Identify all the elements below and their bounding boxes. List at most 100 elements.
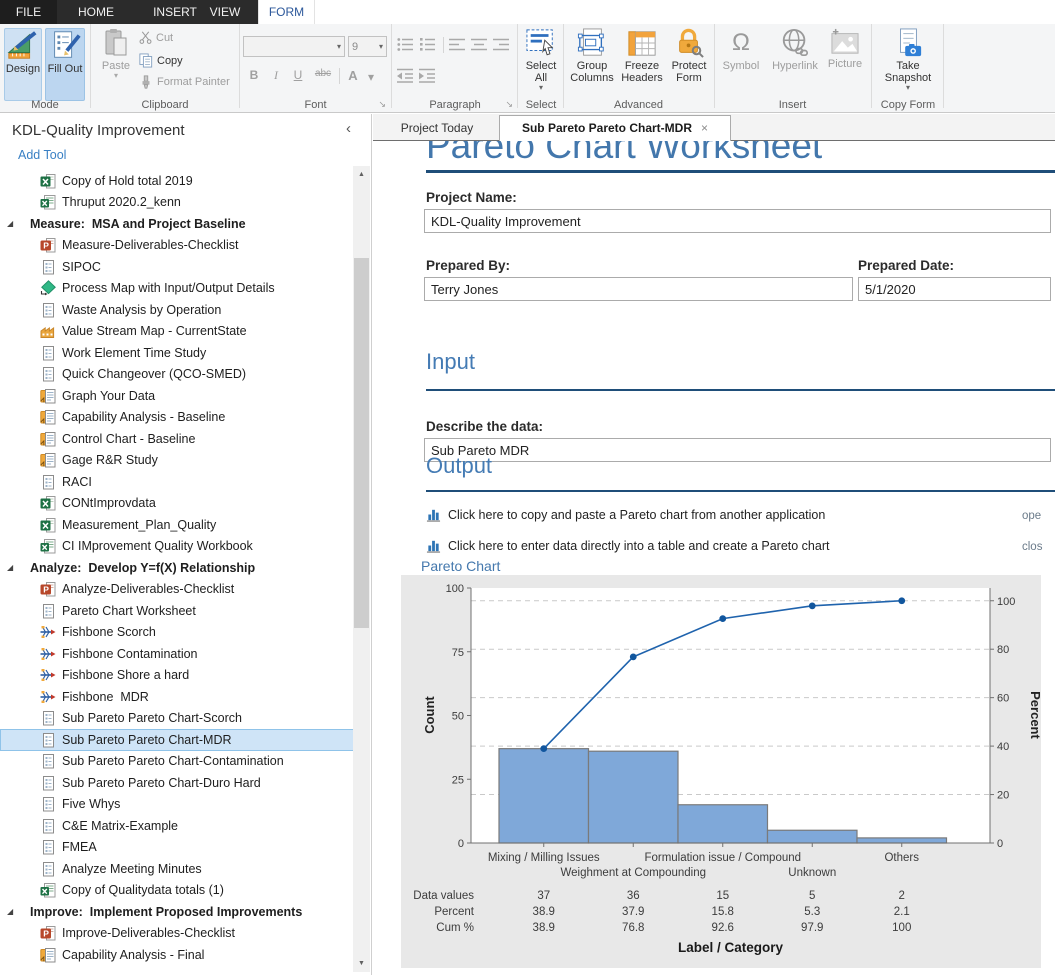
expand-triangle-icon[interactable]: ◢ [7, 219, 13, 228]
underline-button[interactable]: U [289, 68, 307, 82]
tree-item[interactable]: Quick Changeover (QCO-SMED) [0, 364, 354, 386]
tree-item[interactable]: Fishbone MDR [0, 686, 354, 708]
describe-data-input[interactable] [424, 438, 1051, 462]
format-painter-button[interactable]: Format Painter [139, 75, 230, 89]
expand-triangle-icon[interactable]: ◢ [7, 563, 13, 572]
select-all-button[interactable]: Select All ▾ [520, 28, 562, 101]
copy-button[interactable]: Copy [139, 53, 183, 68]
tree-item[interactable]: Thruput 2020.2_kenn [0, 192, 354, 214]
bullet-list-icon[interactable] [397, 37, 414, 52]
tree-item[interactable]: CI IMprovement Quality Workbook [0, 536, 354, 558]
prepared-date-input[interactable] [858, 277, 1051, 301]
tree-item[interactable]: Measurement_Plan_Quality [0, 514, 354, 536]
increase-indent-icon[interactable] [419, 68, 436, 83]
close-tab-icon[interactable]: × [701, 121, 708, 135]
tree-item[interactable]: Pareto Chart Worksheet [0, 600, 354, 622]
tab-sub-pareto-mdr-active[interactable]: Sub Pareto Pareto Chart-MDR× [499, 115, 731, 141]
align-center-icon[interactable] [471, 37, 488, 52]
cut-button[interactable]: Cut [139, 31, 173, 44]
scroll-down-icon[interactable]: ▼ [353, 955, 370, 972]
tree-item-label: Quick Changeover (QCO-SMED) [62, 367, 246, 381]
tree-item[interactable]: Capability Analysis - Final [0, 944, 354, 966]
tree-item[interactable]: Value Stream Map - CurrentState [0, 321, 354, 343]
pareto-chart[interactable]: 0255075100020406080100Mixing / Milling I… [401, 575, 1041, 968]
hyperlink-button[interactable]: Hyperlink [766, 28, 824, 101]
numbered-list-icon[interactable] [419, 37, 436, 52]
freeze-headers-button[interactable]: Freeze Headers [618, 28, 666, 101]
sidebar-collapse-chevron-icon[interactable]: ‹ [346, 120, 351, 137]
ribbon: FILE HOME INSERT VIEW FORM Desig [0, 0, 1055, 113]
tree-item[interactable]: Sub Pareto Pareto Chart-Duro Hard [0, 772, 354, 794]
tree-item[interactable]: Work Element Time Study [0, 342, 354, 364]
tree-section[interactable]: ◢Improve: Implement Proposed Improvement… [0, 901, 354, 923]
tab-form-active[interactable]: FORM [258, 0, 315, 24]
tree-item[interactable]: Waste Analysis by Operation [0, 299, 354, 321]
paste-button[interactable]: Paste ▾ [97, 28, 135, 104]
tree-item[interactable]: Five Whys [0, 794, 354, 816]
font-size-combo[interactable]: 9▾ [348, 36, 387, 57]
enter-data-table-link[interactable]: Click here to enter data directly into a… [426, 538, 829, 553]
tree-item[interactable]: SIPOC [0, 256, 354, 278]
tree-item-label: Improve-Deliverables-Checklist [62, 926, 235, 940]
tree-item[interactable]: Sub Pareto Pareto Chart-MDR [0, 729, 354, 751]
svg-text:38.9: 38.9 [533, 906, 555, 918]
design-button[interactable]: Design [4, 28, 42, 101]
bold-button[interactable]: B [245, 68, 263, 82]
take-snapshot-button[interactable]: Take Snapshot ▾ [877, 28, 939, 101]
picture-button[interactable]: Picture [824, 28, 866, 101]
tree-section[interactable]: ◢Analyze: Develop Y=f(X) Relationship [0, 557, 354, 579]
tree-item[interactable]: Fishbone Contamination [0, 643, 354, 665]
expand-triangle-icon[interactable]: ◢ [7, 907, 13, 916]
scroll-up-icon[interactable]: ▲ [353, 166, 370, 183]
tree-item[interactable]: Sub Pareto Pareto Chart-Scorch [0, 708, 354, 730]
fill-out-button[interactable]: Fill Out [45, 28, 85, 101]
tree-item[interactable]: Analyze Meeting Minutes [0, 858, 354, 880]
tree-section[interactable]: ◢Measure: MSA and Project Baseline [0, 213, 354, 235]
tree-item[interactable]: Measure-Deliverables-Checklist [0, 235, 354, 257]
paste-icon [103, 28, 129, 58]
tab-view[interactable]: VIEW [196, 0, 254, 24]
font-color-dropdown-arrow[interactable]: ▾ [362, 73, 380, 81]
tree-item[interactable]: CONtImprovdata [0, 493, 354, 515]
strikethrough-button[interactable]: abc [311, 68, 335, 79]
tree-item[interactable]: Copy of Qualitydata totals (1) [0, 880, 354, 902]
symbol-button[interactable]: Ω Symbol [718, 28, 764, 101]
protect-form-button[interactable]: Protect Form [668, 28, 710, 101]
right-truncated-text-close[interactable]: clos [1022, 541, 1042, 553]
sidebar-scrollbar[interactable]: ▲ ▼ [353, 166, 370, 972]
decrease-indent-icon[interactable] [397, 68, 414, 83]
tab-home[interactable]: HOME [62, 0, 130, 24]
italic-button[interactable]: I [267, 68, 285, 83]
copy-paste-pareto-link[interactable]: Click here to copy and paste a Pareto ch… [426, 507, 825, 522]
tree-item[interactable]: C&E Matrix-Example [0, 815, 354, 837]
tree-item[interactable]: Fishbone Scorch [0, 622, 354, 644]
tree-item[interactable]: Analyze-Deliverables-Checklist [0, 579, 354, 601]
align-left-icon[interactable] [449, 37, 466, 52]
prepared-date-label: Prepared Date: [858, 258, 954, 273]
font-color-button[interactable]: A [344, 68, 362, 83]
tree-item[interactable]: Process Map with Input/Output Details [0, 278, 354, 300]
tree-item[interactable]: FMEA [0, 837, 354, 859]
scrollbar-thumb[interactable] [354, 258, 369, 628]
tree-item[interactable]: Fishbone Shore a hard [0, 665, 354, 687]
tree-item[interactable]: Sub Pareto Pareto Chart-Contamination [0, 751, 354, 773]
tree-item[interactable]: Gage R&R Study [0, 450, 354, 472]
tree-item[interactable]: Capability Analysis - Baseline [0, 407, 354, 429]
group-columns-button[interactable]: Group Columns [567, 28, 617, 101]
tab-project-today[interactable]: Project Today [387, 116, 487, 141]
right-truncated-text-open[interactable]: ope [1022, 510, 1041, 522]
add-tool-link[interactable]: Add Tool [18, 148, 66, 162]
paste-dropdown-arrow: ▾ [114, 72, 118, 80]
tab-file[interactable]: FILE [0, 0, 57, 24]
align-right-icon[interactable] [493, 37, 510, 52]
project-name-input[interactable] [424, 209, 1051, 233]
tree-item[interactable]: Graph Your Data [0, 385, 354, 407]
font-name-combo[interactable]: ▾ [243, 36, 345, 57]
tree-item-label: Sub Pareto Pareto Chart-Duro Hard [62, 776, 261, 790]
prepared-by-input[interactable] [424, 277, 853, 301]
tree-item[interactable]: Copy of Hold total 2019 [0, 170, 354, 192]
tree-item[interactable]: RACI [0, 471, 354, 493]
tree-item[interactable]: Improve-Deliverables-Checklist [0, 923, 354, 945]
pareto-chart-link[interactable]: Pareto Chart [421, 558, 500, 574]
tree-item[interactable]: Control Chart - Baseline [0, 428, 354, 450]
